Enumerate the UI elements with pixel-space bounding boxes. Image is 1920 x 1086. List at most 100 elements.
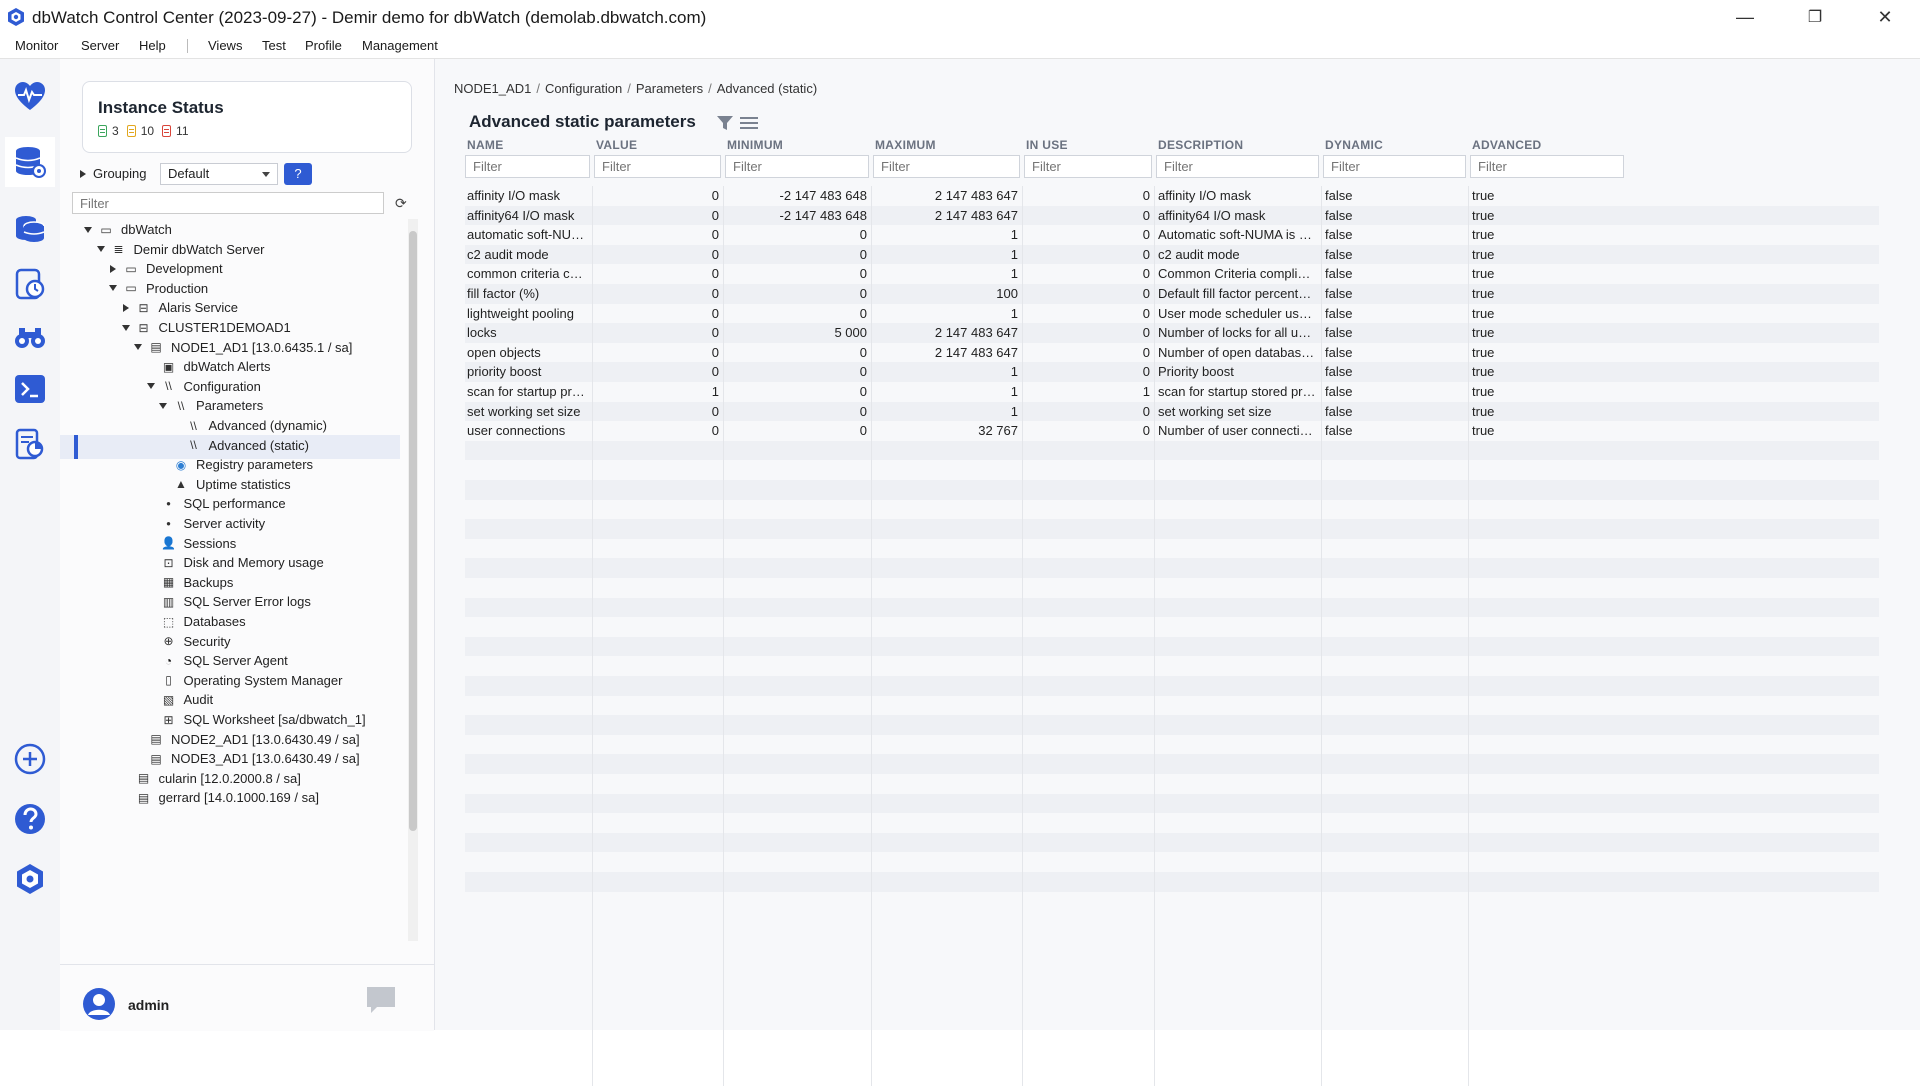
breadcrumb-item[interactable]: Configuration (545, 81, 622, 96)
menu-test[interactable]: Test (262, 38, 286, 53)
table-cell: -2 147 483 648 (779, 188, 867, 203)
tree-toggle[interactable] (145, 383, 157, 390)
settings-nav-button[interactable] (10, 859, 50, 899)
chevron-down-icon[interactable] (96, 246, 105, 253)
column-header[interactable]: DESCRIPTION (1158, 138, 1243, 152)
table-row[interactable]: common criteria compl... 0 0 1 0 Common Crite… (465, 264, 1879, 284)
menu-profile[interactable]: Profile (305, 38, 342, 53)
tree-item-label: Server activity (183, 516, 266, 531)
table-row[interactable]: c2 audit mode 0 0 1 0 c2 audit mode false true (465, 244, 1879, 265)
chevron-down-icon[interactable] (134, 344, 142, 351)
tree-toggle[interactable] (95, 246, 107, 253)
table-cell: 1 (1010, 227, 1018, 243)
close-button[interactable]: ✕ (1850, 0, 1920, 34)
tree-toggle[interactable] (107, 285, 119, 292)
refresh-icon[interactable]: ⟳ (395, 195, 407, 212)
terminal-icon (15, 375, 45, 403)
column-filter-input[interactable] (1024, 155, 1152, 178)
column-filter-input[interactable] (873, 155, 1020, 178)
tree-toggle[interactable] (157, 402, 169, 409)
discover-nav-button[interactable] (10, 317, 50, 357)
column-header[interactable]: NAME (467, 138, 504, 152)
menu-help[interactable]: Help (139, 38, 166, 53)
minimize-button[interactable]: — (1710, 0, 1780, 34)
chevron-right-icon[interactable] (122, 303, 129, 312)
breadcrumb-item[interactable]: Parameters (636, 81, 703, 96)
table-row[interactable]: locks 0 5 000 2 147 483 647 0 Number of locks… (465, 323, 1879, 343)
chevron-down-icon[interactable] (146, 383, 155, 390)
monitor-nav-button[interactable] (10, 77, 50, 117)
dbwatch-logo-icon (8, 8, 24, 26)
table-row[interactable]: lightweight pooling 0 0 1 0 User mode schedul… (465, 304, 1879, 324)
menu-management[interactable]: Management (362, 38, 438, 53)
avatar[interactable] (82, 987, 116, 1021)
database-icon: ▤ (137, 771, 150, 786)
tree-item-label: Parameters (196, 398, 264, 414)
column-filter-input[interactable] (594, 155, 721, 178)
chevron-down-icon[interactable] (121, 324, 130, 331)
breadcrumb-item[interactable]: NODE1_AD1 (454, 81, 531, 96)
table-row[interactable]: open objects 0 0 2 147 483 647 0 Number of op… (465, 343, 1879, 363)
table-cell: false (1325, 384, 1353, 399)
table-row[interactable]: scan for startup procs 1 0 1 1 scan for start… (465, 382, 1879, 402)
server-icon: ≣ (113, 242, 124, 257)
column-header[interactable]: VALUE (596, 138, 637, 152)
tree-filter-input[interactable] (72, 192, 384, 214)
column-filter-input[interactable] (1470, 155, 1624, 178)
report-nav-button[interactable] (10, 424, 50, 464)
grouping-label: Grouping (93, 166, 147, 181)
table-row[interactable]: automatic soft-NUMA ... 0 0 1 0 Automatic sof… (465, 225, 1879, 245)
menu-server[interactable]: Server (81, 38, 119, 53)
tree-item[interactable]: ▤ gerrard [14.0.1000.169 / sa] (60, 787, 400, 811)
table-row[interactable]: user connections 0 0 32 767 0 Number of user … (465, 421, 1879, 441)
tree-toggle[interactable] (120, 303, 132, 312)
table-cell: lightweight pooling (467, 305, 574, 321)
tree-toggle[interactable] (132, 344, 144, 351)
tree-toggle[interactable] (107, 264, 119, 273)
restore-button[interactable]: ❐ (1780, 0, 1850, 34)
column-filter-input[interactable] (1156, 155, 1319, 178)
empty-table-row (465, 696, 1879, 716)
column-filter-input[interactable] (465, 155, 590, 178)
table-row[interactable]: priority boost 0 0 1 0 Priority boost false tru… (465, 362, 1879, 382)
column-header[interactable]: MAXIMUM (875, 138, 936, 152)
column-filter-input[interactable] (725, 155, 869, 178)
globe-icon: ⊕ (163, 634, 174, 649)
database-stack-nav-button[interactable] (10, 209, 50, 249)
window-title: dbWatch Control Center (2023-09-27) - De… (32, 8, 707, 27)
tree-item-label: cularin [12.0.2000.8 / sa] (158, 770, 301, 786)
menu-monitor[interactable]: Monitor (15, 38, 58, 53)
database-nav-button[interactable] (5, 137, 55, 187)
help-nav-button[interactable] (10, 799, 50, 839)
menu-icon[interactable] (740, 116, 758, 130)
filter-icon[interactable] (716, 114, 734, 132)
column-header[interactable]: ADVANCED (1472, 138, 1542, 152)
column-header[interactable]: DYNAMIC (1325, 138, 1383, 152)
table-row[interactable]: fill factor (%) 0 0 100 0 Default fill factor… (465, 284, 1879, 304)
chevron-down-icon[interactable] (84, 226, 92, 233)
database-icon: ▤ (150, 732, 162, 747)
table-row[interactable]: affinity64 I/O mask 0 -2 147 483 648 2 147 … (465, 205, 1879, 226)
menu-separator (187, 39, 188, 53)
grouping-select[interactable]: Default (160, 163, 278, 185)
grouping-help-button[interactable]: ? (284, 163, 312, 185)
add-button[interactable] (10, 739, 50, 779)
tree-toggle[interactable] (82, 226, 94, 233)
instance-status-card[interactable]: Instance Status 3 10 11 (82, 81, 412, 153)
table-cell: 0 (1142, 364, 1150, 380)
grouping-toggle[interactable]: Grouping (80, 166, 146, 181)
chevron-right-icon[interactable] (110, 264, 116, 273)
tree-scrollbar-thumb[interactable] (409, 231, 417, 831)
database-clock-nav-button[interactable] (10, 264, 50, 304)
column-header[interactable]: IN USE (1026, 138, 1068, 152)
chat-icon[interactable] (365, 985, 397, 1015)
table-row[interactable]: set working set size 0 0 1 0 set working set … (465, 401, 1879, 422)
column-header[interactable]: MINIMUM (727, 138, 783, 152)
column-filter-input[interactable] (1323, 155, 1466, 178)
chevron-down-icon[interactable] (159, 402, 167, 409)
tree-toggle[interactable] (120, 324, 132, 331)
terminal-nav-button[interactable] (10, 369, 50, 409)
menu-views[interactable]: Views (208, 38, 242, 53)
table-row[interactable]: affinity I/O mask 0 -2 147 483 648 2 147 48… (465, 186, 1879, 206)
chevron-down-icon[interactable] (109, 285, 117, 292)
